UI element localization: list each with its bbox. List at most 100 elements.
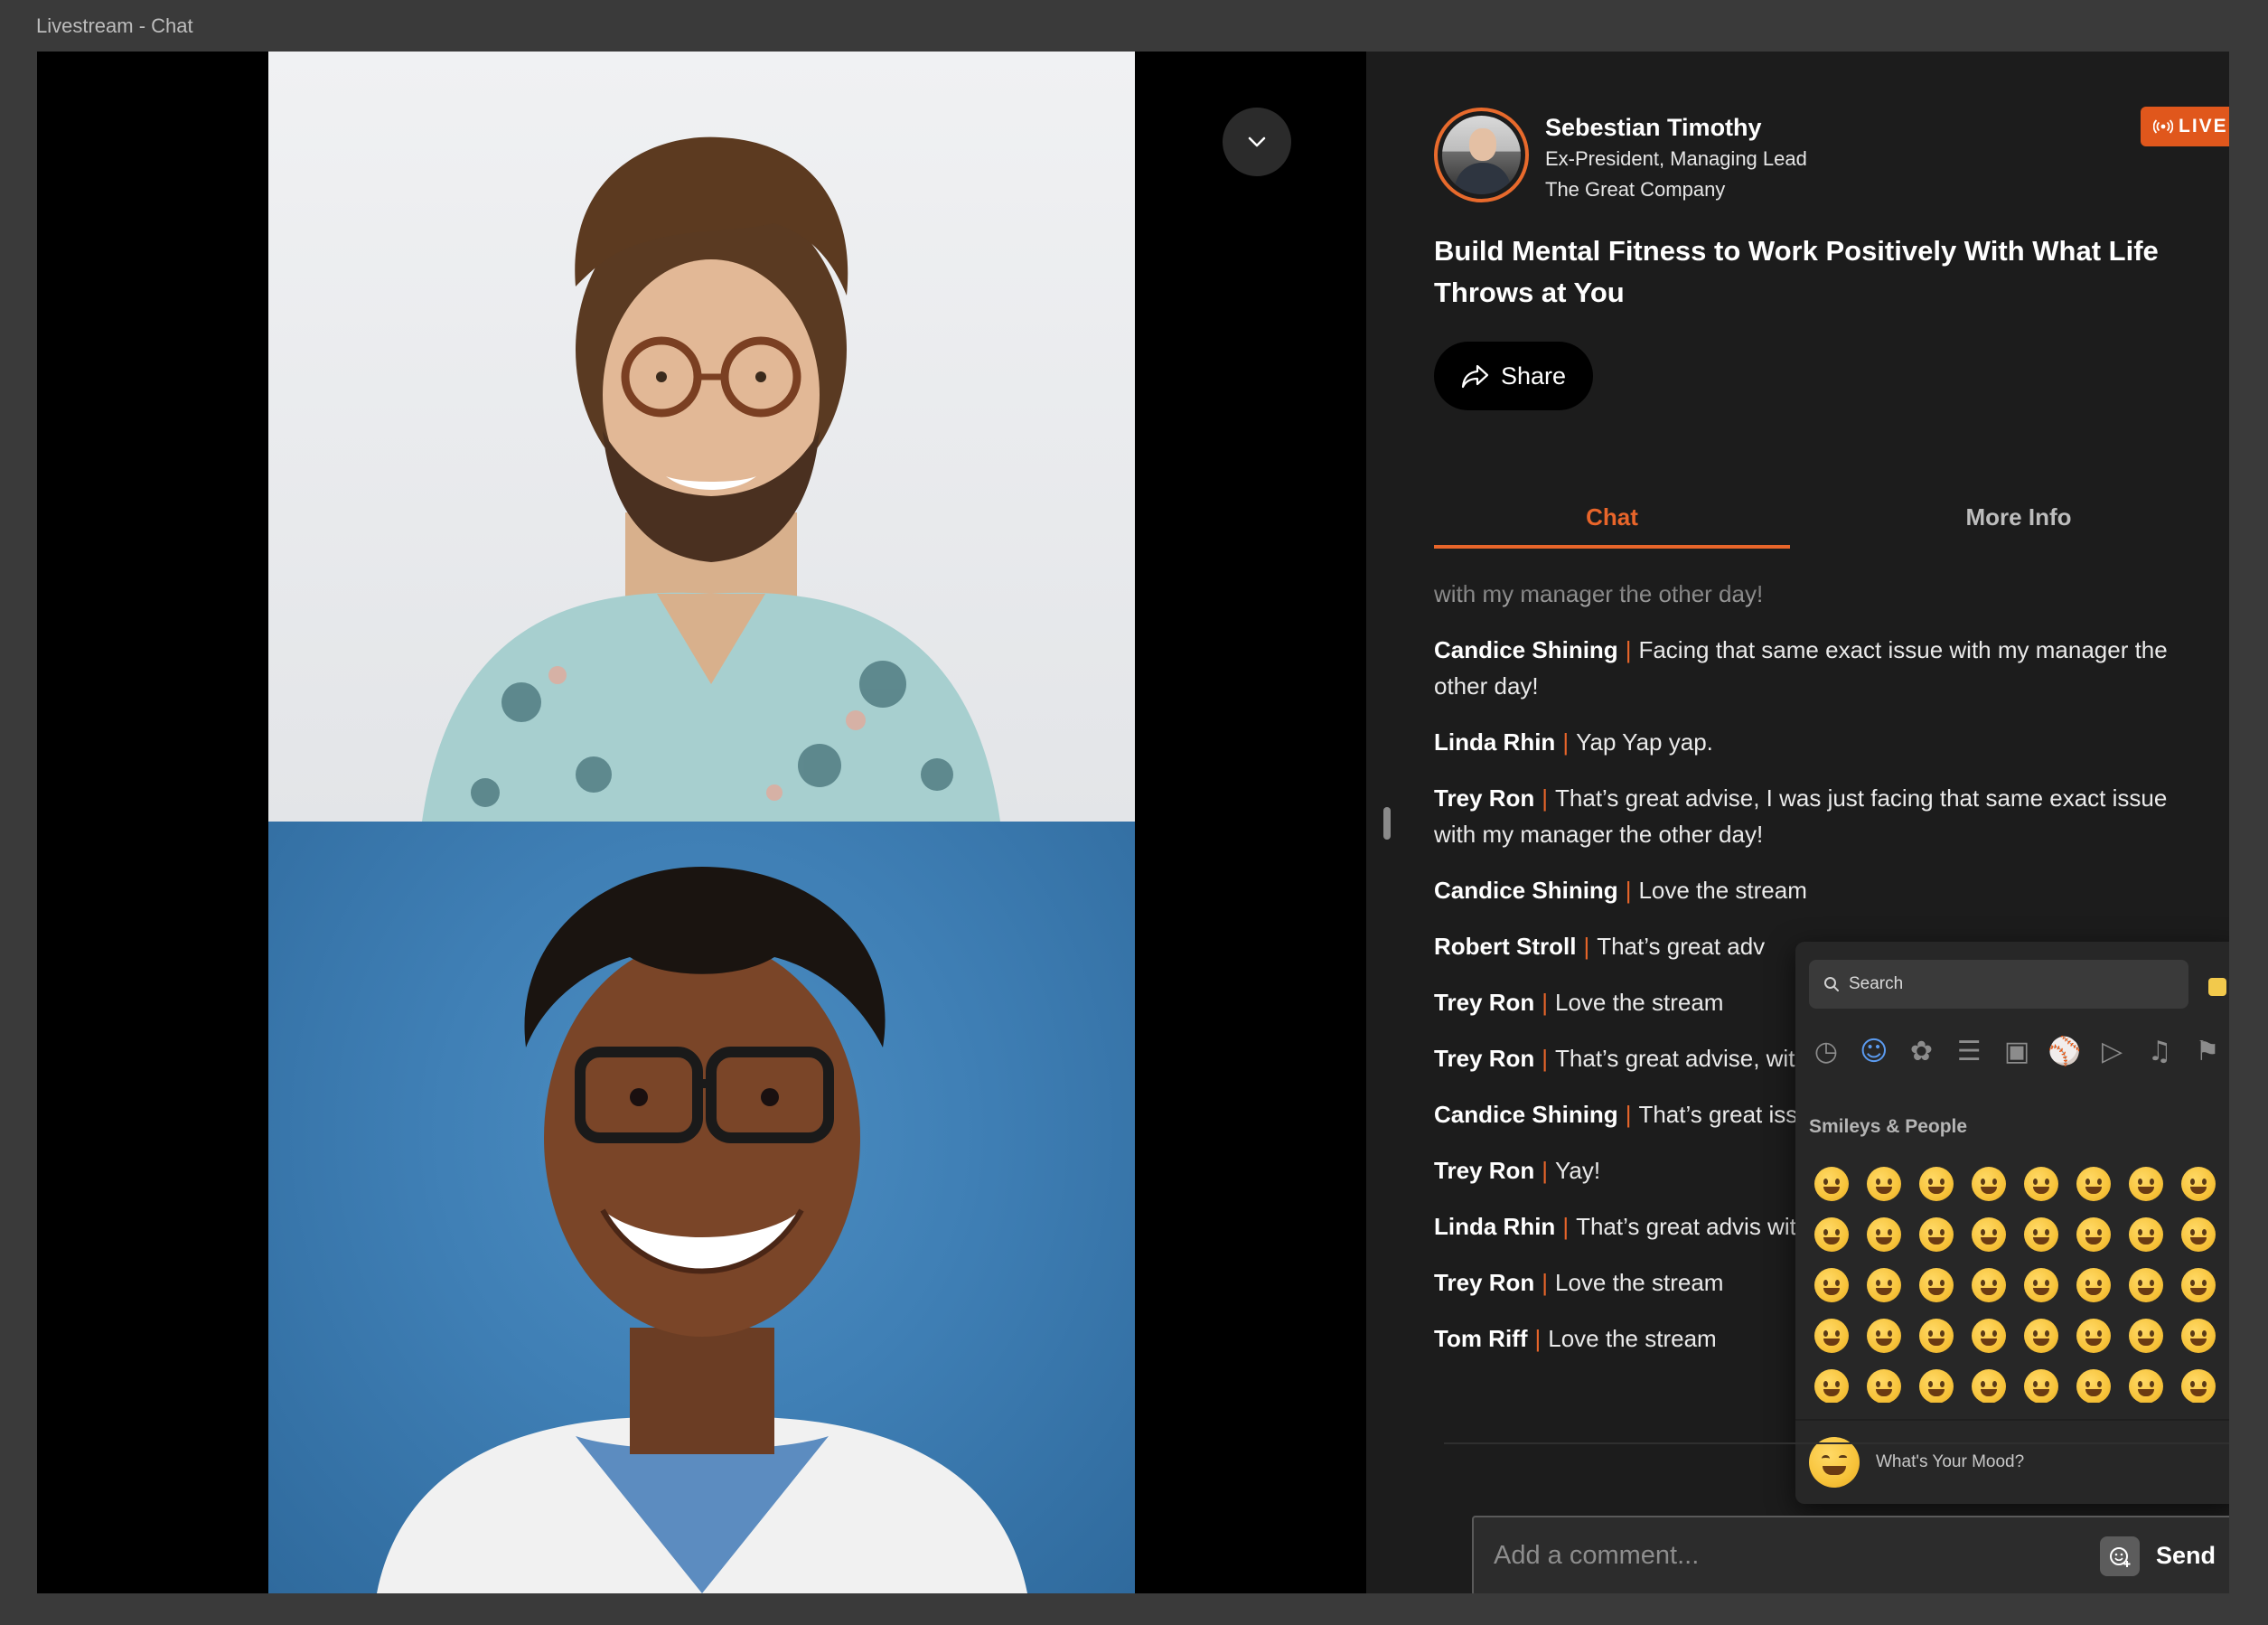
smiley-icon[interactable]: ☺ xyxy=(1857,1034,1891,1068)
chat-message-author[interactable]: Trey Ron xyxy=(1434,1269,1534,1296)
emoji-item[interactable] xyxy=(1805,1361,1858,1403)
emoji-item[interactable] xyxy=(1858,1159,1910,1209)
emoji-item[interactable] xyxy=(2067,1159,2120,1209)
emoji-item[interactable] xyxy=(2015,1361,2067,1403)
chat-message-text: Love the stream xyxy=(1555,989,1724,1016)
emoji-item[interactable] xyxy=(2172,1159,2225,1209)
host-avatar[interactable] xyxy=(1434,108,1529,202)
emoji-item[interactable] xyxy=(1963,1260,2015,1310)
tab-more-info[interactable]: More Info xyxy=(1841,449,2197,549)
emoji-item[interactable] xyxy=(2172,1260,2225,1310)
emoji-item[interactable] xyxy=(2015,1260,2067,1310)
emoji-item[interactable] xyxy=(2120,1159,2172,1209)
emoji-face-icon xyxy=(2024,1217,2058,1252)
emoji-item[interactable] xyxy=(1858,1310,1910,1361)
emoji-item[interactable] xyxy=(1910,1260,1963,1310)
emoji-item[interactable] xyxy=(1963,1209,2015,1260)
resize-handle[interactable] xyxy=(1383,807,1391,840)
emoji-face-icon xyxy=(1867,1369,1901,1403)
emoji-item[interactable] xyxy=(1910,1310,1963,1361)
video-tile-speaker-1 xyxy=(268,52,1135,822)
clock-icon[interactable]: ◷ xyxy=(1809,1034,1843,1068)
chat-message-separator: | xyxy=(1625,1101,1632,1128)
emoji-item[interactable] xyxy=(1963,1361,2015,1403)
chat-message-author[interactable]: Candice Shining xyxy=(1434,877,1618,904)
host-card[interactable]: Sebestian Timothy Ex-President, Managing… xyxy=(1434,108,1807,205)
chat-message-separator: | xyxy=(1625,636,1632,663)
emoji-item[interactable] xyxy=(2067,1260,2120,1310)
emoji-item[interactable] xyxy=(2172,1310,2225,1361)
emoji-grid xyxy=(1805,1159,2228,1403)
host-role: Ex-President, Managing Lead xyxy=(1545,147,1807,170)
tab-chat[interactable]: Chat xyxy=(1434,449,1790,549)
emoji-item[interactable] xyxy=(1910,1209,1963,1260)
emoji-item[interactable] xyxy=(2067,1310,2120,1361)
emoji-item[interactable] xyxy=(2120,1310,2172,1361)
emoji-item[interactable] xyxy=(1963,1310,2015,1361)
emoji-item[interactable] xyxy=(1910,1159,1963,1209)
mood-row[interactable]: What's Your Mood? xyxy=(1809,1437,2024,1488)
emoji-item[interactable] xyxy=(2120,1361,2172,1403)
emoji-face-icon xyxy=(2024,1167,2058,1201)
emoji-item[interactable] xyxy=(1805,1260,1858,1310)
chat-message-separator: | xyxy=(1542,1157,1549,1184)
host-avatar-image xyxy=(1442,116,1521,194)
share-label: Share xyxy=(1500,362,1567,390)
emoji-item[interactable] xyxy=(1858,1209,1910,1260)
bus-icon[interactable]: ▣ xyxy=(2000,1034,2034,1068)
share-button[interactable]: Share xyxy=(1434,342,1593,410)
share-icon xyxy=(1461,364,1489,389)
search-icon xyxy=(1824,977,1839,991)
emoji-item[interactable] xyxy=(1963,1159,2015,1209)
emoji-button[interactable] xyxy=(2099,1536,2140,1576)
emoji-item[interactable] xyxy=(2015,1159,2067,1209)
chat-message-author[interactable]: Trey Ron xyxy=(1434,1045,1534,1072)
send-button[interactable]: Send xyxy=(2156,1542,2216,1570)
emoji-item[interactable] xyxy=(1805,1159,1858,1209)
emoji-item[interactable] xyxy=(1858,1260,1910,1310)
chat-message-author[interactable]: Trey Ron xyxy=(1434,784,1534,812)
emoji-face-icon xyxy=(1919,1268,1954,1302)
emoji-face-icon xyxy=(2076,1217,2111,1252)
ball-icon[interactable]: ⚾ xyxy=(2048,1034,2082,1068)
flag-icon[interactable]: ⚑ xyxy=(2190,1034,2225,1068)
emoji-item[interactable] xyxy=(2120,1260,2172,1310)
comment-input[interactable] xyxy=(1474,1517,2100,1593)
chat-message-author[interactable]: Tom Riff xyxy=(1434,1325,1528,1352)
emoji-item[interactable] xyxy=(2120,1209,2172,1260)
emoji-search-input[interactable]: Search xyxy=(1809,960,2188,1009)
emoji-item[interactable] xyxy=(2172,1209,2225,1260)
emoji-item[interactable] xyxy=(1805,1209,1858,1260)
participant-video-1 xyxy=(422,136,1000,822)
emoji-item[interactable] xyxy=(2067,1209,2120,1260)
emoji-face-icon xyxy=(2181,1217,2216,1252)
chat-message-text: That’s great adv xyxy=(1597,933,1766,960)
shirt-icon[interactable]: ▷ xyxy=(2095,1034,2130,1068)
chat-message-author[interactable]: Trey Ron xyxy=(1434,1157,1534,1184)
emoji-face-icon xyxy=(2129,1268,2163,1302)
chat-message-author[interactable]: Candice Shining xyxy=(1434,636,1618,663)
host-info: Sebestian Timothy Ex-President, Managing… xyxy=(1545,111,1807,205)
chat-message-author[interactable]: Candice Shining xyxy=(1434,1101,1618,1128)
burger-icon[interactable]: ☰ xyxy=(1952,1034,1986,1068)
emoji-item[interactable] xyxy=(2172,1361,2225,1403)
cat-icon[interactable]: ✿ xyxy=(1905,1034,1939,1068)
emoji-item[interactable] xyxy=(2067,1361,2120,1403)
emoji-face-icon xyxy=(1919,1217,1954,1252)
emoji-item[interactable] xyxy=(1910,1361,1963,1403)
emoji-face-icon xyxy=(2181,1319,2216,1353)
sidebar-tabs: Chat More Info xyxy=(1434,449,2198,549)
chat-message-author[interactable]: Trey Ron xyxy=(1434,989,1534,1016)
emoji-item[interactable] xyxy=(1805,1310,1858,1361)
chat-message-author[interactable]: Linda Rhin xyxy=(1434,1213,1555,1240)
skin-tone-selector[interactable] xyxy=(2208,978,2226,996)
emoji-face-icon xyxy=(1814,1167,1849,1201)
emoji-item[interactable] xyxy=(1858,1361,1910,1403)
emoji-item[interactable] xyxy=(2015,1209,2067,1260)
chat-message-author[interactable]: Robert Stroll xyxy=(1434,933,1576,960)
music-icon[interactable]: ♫ xyxy=(2142,1034,2177,1068)
emoji-face-icon xyxy=(2024,1319,2058,1353)
emoji-item[interactable] xyxy=(2015,1310,2067,1361)
chat-message-author[interactable]: Linda Rhin xyxy=(1434,728,1555,756)
collapse-video-button[interactable] xyxy=(1223,108,1291,176)
